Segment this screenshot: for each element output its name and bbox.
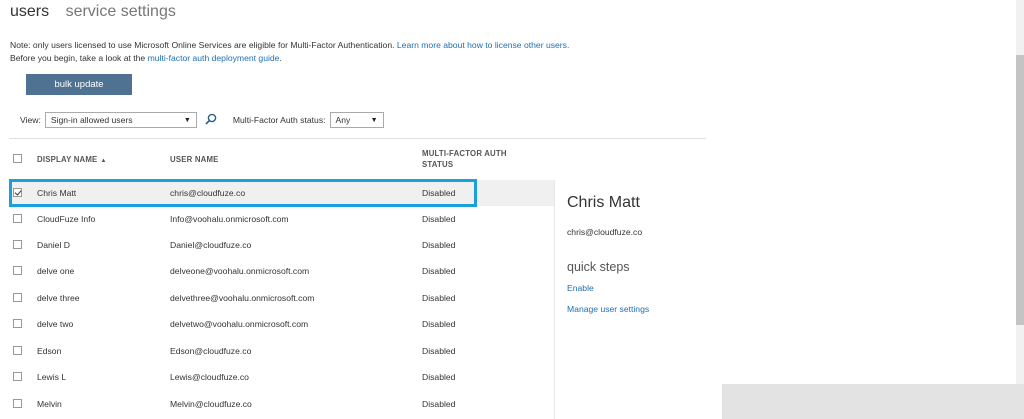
display-name-header-label: DISPLAY NAME [37,155,98,164]
row-display-name: Lewis L [37,372,67,382]
row-mfa-status: Disabled [422,399,456,409]
row-mfa-status: Disabled [422,188,456,198]
row-mfa-status: Disabled [422,346,456,356]
row-display-name: Daniel D [37,240,70,250]
row-checkbox[interactable] [13,188,22,197]
view-select[interactable]: Sign-in allowed users ▼ [44,112,197,128]
table-row[interactable]: Edson Edson@cloudfuze.co Disabled [9,338,554,364]
table-row[interactable]: Lewis L Lewis@cloudfuze.co Disabled [9,364,554,390]
row-user-name: Lewis@cloudfuze.co [170,372,249,382]
view-select-value: Sign-in allowed users [50,115,133,125]
deployment-guide-link[interactable]: multi-factor auth deployment guide [148,53,280,63]
row-mfa-status: Disabled [422,266,456,276]
note-line1-text: Note: only users licensed to use Microso… [10,40,395,50]
column-header-user-name[interactable]: USER NAME [170,154,219,165]
row-user-name: Info@voohalu.onmicrosoft.com [170,214,289,224]
table-row[interactable]: Melvin Melvin@cloudfuze.co Disabled [9,391,554,417]
table-row[interactable]: CloudFuze Info Info@voohalu.onmicrosoft.… [9,206,554,232]
view-label: View: [20,115,41,125]
row-user-name: delvetwo@voohalu.onmicrosoft.com [170,319,309,329]
table-row[interactable]: delve one delveone@voohalu.onmicrosoft.c… [9,258,554,284]
row-mfa-status: Disabled [422,214,456,224]
bulk-update-button[interactable]: bulk update [26,74,132,95]
row-display-name: Chris Matt [37,188,77,198]
row-checkbox[interactable] [13,293,22,302]
row-checkbox[interactable] [13,346,22,355]
detail-pane-divider [554,180,555,419]
column-header-mfa-status[interactable]: MULTI-FACTOR AUTH STATUS [422,148,507,170]
row-user-name: chris@cloudfuze.co [170,188,246,198]
row-display-name: delve one [37,266,75,276]
select-all-checkbox[interactable] [13,154,22,163]
table-row[interactable]: Chris Matt chris@cloudfuze.co Disabled [9,180,554,206]
note-line2-text: Before you begin, take a look at the [10,53,146,63]
table-divider [9,138,706,139]
mfa-header-line2: STATUS [422,160,454,169]
enable-link[interactable]: Enable [567,283,594,293]
column-header-display-name[interactable]: DISPLAY NAME ▲ [37,154,107,167]
row-user-name: delveone@voohalu.onmicrosoft.com [170,266,310,276]
tab-users[interactable]: users [10,3,49,21]
note-line2-end: . [279,53,282,63]
footer-gray-panel [722,384,1024,419]
row-mfa-status: Disabled [422,240,456,250]
mfa-status-select[interactable]: Any ▼ [329,112,384,128]
mfa-header-line1: MULTI-FACTOR AUTH [422,149,507,158]
row-checkbox[interactable] [13,319,22,328]
row-mfa-status: Disabled [422,293,456,303]
row-display-name: CloudFuze Info [37,214,96,224]
row-user-name: Daniel@cloudfuze.co [170,240,252,250]
top-tabs: users service settings [10,3,188,21]
row-mfa-status: Disabled [422,319,456,329]
license-link[interactable]: Learn more about how to license other us… [397,40,569,50]
row-user-name: delvethree@voohalu.onmicrosoft.com [170,293,315,303]
detail-user-email: chris@cloudfuze.co [567,227,643,237]
table-row[interactable]: Daniel D Daniel@cloudfuze.co Disabled [9,232,554,258]
row-mfa-status: Disabled [422,372,456,382]
tab-service-settings[interactable]: service settings [66,3,176,21]
manage-user-settings-link[interactable]: Manage user settings [567,304,649,314]
quick-steps-title: quick steps [567,260,630,274]
row-display-name: delve two [37,319,74,329]
chevron-down-icon: ▼ [183,116,191,124]
row-display-name: Edson [37,346,62,356]
sort-ascending-icon: ▲ [100,158,107,164]
row-checkbox[interactable] [13,214,22,223]
scrollbar-thumb[interactable] [1016,55,1024,325]
row-checkbox[interactable] [13,266,22,275]
row-checkbox[interactable] [13,240,22,249]
mfa-status-select-value: Any [335,115,351,125]
license-note: Note: only users licensed to use Microso… [10,39,569,65]
row-user-name: Edson@cloudfuze.co [170,346,252,356]
row-user-name: Melvin@cloudfuze.co [170,399,252,409]
table-row[interactable]: delve two delvetwo@voohalu.onmicrosoft.c… [9,311,554,337]
chevron-down-icon: ▼ [370,116,378,124]
row-checkbox[interactable] [13,399,22,408]
mfa-status-label: Multi-Factor Auth status: [232,115,326,125]
table-row[interactable]: delve three delvethree@voohalu.onmicroso… [9,285,554,311]
row-checkbox[interactable] [13,372,22,381]
filter-bar: View: Sign-in allowed users ▼ Multi-Fact… [20,112,384,128]
search-icon[interactable] [205,113,217,127]
detail-user-name: Chris Matt [567,194,640,211]
row-display-name: Melvin [37,399,62,409]
row-display-name: delve three [37,293,80,303]
